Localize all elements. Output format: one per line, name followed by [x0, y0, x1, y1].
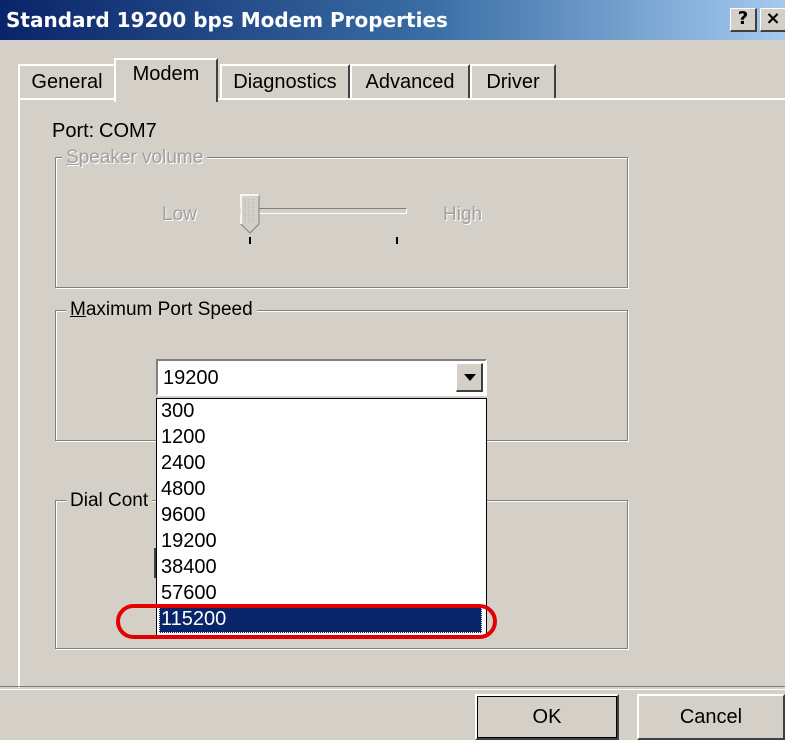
dropdown-option-1200[interactable]: 1200 [159, 425, 206, 451]
ok-button[interactable]: OK [475, 694, 619, 740]
button-area-divider [0, 686, 785, 690]
close-icon: × [765, 8, 781, 29]
cancel-button[interactable]: Cancel [637, 694, 785, 740]
volume-tick-max [396, 237, 398, 244]
dropdown-option-2400[interactable]: 2400 [159, 451, 206, 477]
speaker-volume-hotkey: S [66, 147, 79, 168]
port-speed-selected-value: 19200 [163, 367, 219, 389]
dropdown-option-4800[interactable]: 4800 [159, 477, 206, 503]
tab-advanced[interactable]: Advanced [350, 64, 470, 98]
tab-general[interactable]: General [18, 64, 116, 98]
volume-low-label: Low [162, 204, 197, 225]
max-port-speed-hotkey: M [70, 299, 86, 320]
port-speed-dropdown-list: 300 1200 2400 4800 9600 19200 38400 5760… [156, 398, 487, 636]
chevron-down-icon [464, 374, 476, 381]
volume-tick-min [249, 237, 251, 244]
dropdown-option-19200[interactable]: 19200 [159, 529, 217, 555]
dropdown-option-300[interactable]: 300 [159, 399, 194, 425]
combobox-dropdown-button[interactable] [456, 363, 483, 392]
port-speed-combobox[interactable]: 19200 [156, 359, 487, 396]
dial-control-legend: Dial Cont [66, 490, 153, 512]
title-bar: Standard 19200 bps Modem Properties ? × [0, 0, 785, 40]
help-icon: ? [737, 8, 749, 29]
volume-high-label: High [443, 204, 483, 225]
tab-strip: General Modem Diagnostics Advanced Drive… [0, 52, 785, 102]
dropdown-option-38400[interactable]: 38400 [159, 555, 217, 581]
close-button[interactable]: × [760, 8, 785, 32]
window-title: Standard 19200 bps Modem Properties [6, 8, 448, 32]
speaker-volume-legend: Speaker volume [62, 147, 208, 169]
port-label: Port: [52, 120, 95, 142]
port-value: COM7 [99, 120, 157, 142]
max-port-speed-legend: Maximum Port Speed [66, 299, 257, 321]
tab-modem[interactable]: Modem [114, 58, 218, 102]
speaker-volume-legend-text: peaker volume [78, 147, 204, 168]
tab-diagnostics[interactable]: Diagnostics [220, 64, 350, 98]
speaker-volume-group [55, 157, 628, 288]
annotation-highlight-ring [116, 604, 497, 639]
tab-driver[interactable]: Driver [470, 64, 556, 98]
volume-slider-track [240, 208, 407, 214]
max-port-speed-legend-text: aximum Port Speed [85, 299, 253, 320]
volume-slider-thumb[interactable] [240, 194, 260, 234]
dropdown-option-9600[interactable]: 9600 [159, 503, 206, 529]
help-button[interactable]: ? [730, 8, 757, 32]
